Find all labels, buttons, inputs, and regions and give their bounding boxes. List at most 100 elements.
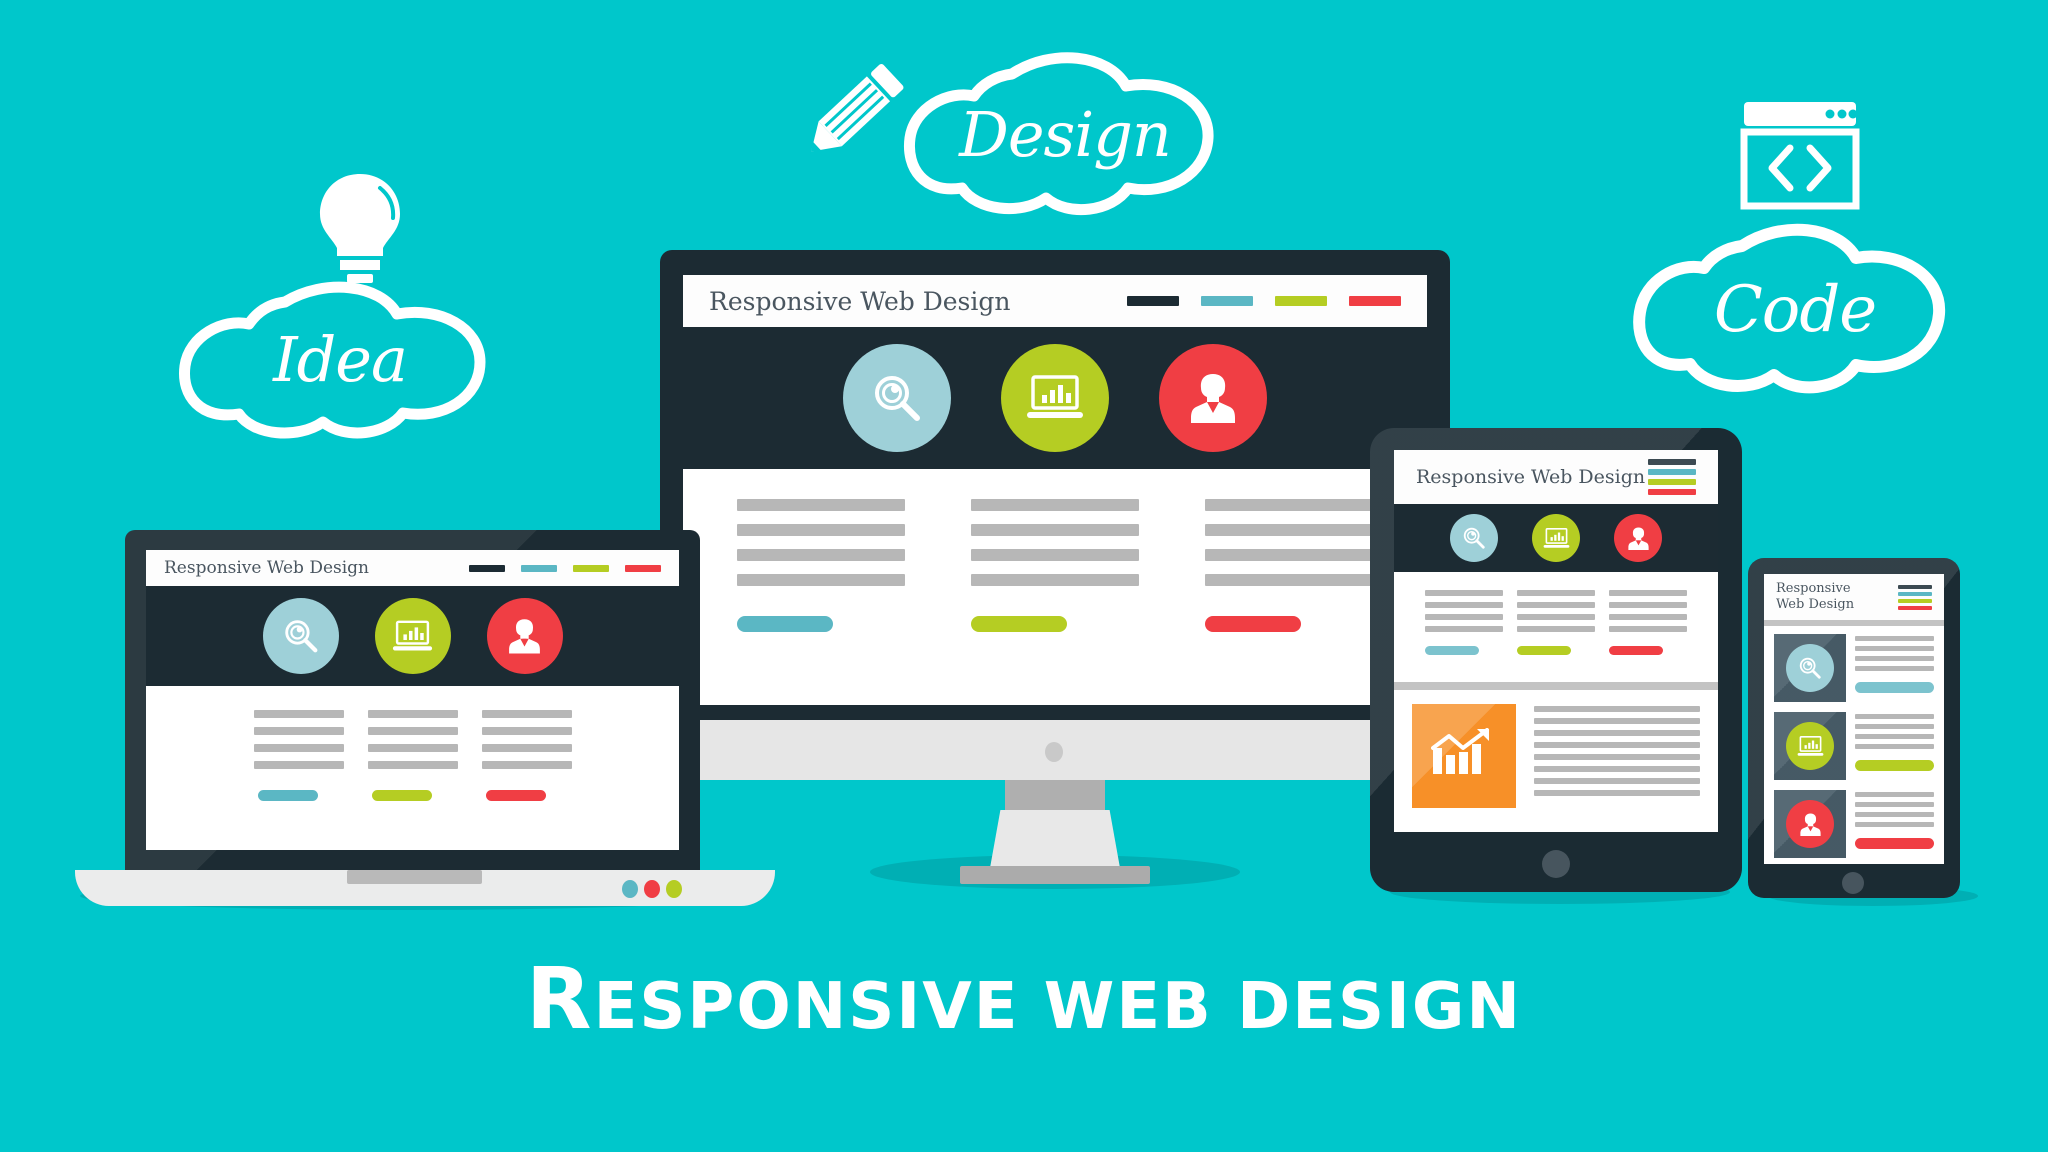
cta-button[interactable] [1855,760,1934,771]
text-line [971,549,1139,561]
lightbulb-icon [320,174,400,283]
site-nav[interactable] [469,564,661,572]
user-icon-button[interactable] [1159,344,1267,452]
text-line [1609,590,1687,596]
tablet-home-button[interactable] [1542,850,1570,878]
text-line [253,710,344,718]
text-line [481,710,572,718]
content-column [367,710,458,801]
site-body-tablet [1394,572,1718,682]
tablet-screen[interactable]: Responsive Web Design [1394,450,1718,832]
article-image[interactable] [1412,704,1516,808]
nav-item-3[interactable] [1898,598,1932,603]
cta-button[interactable] [257,790,318,801]
feature-image[interactable] [1774,712,1846,780]
cta-button[interactable] [971,616,1067,632]
nav-item-2[interactable] [1648,469,1696,475]
nav-item-1[interactable] [469,564,505,572]
user-icon-button[interactable] [1614,514,1662,562]
cta-button[interactable] [371,790,432,801]
content-column [1517,590,1595,655]
text-line [1534,706,1700,712]
section-divider [1764,620,1944,626]
feature-image[interactable] [1774,634,1846,702]
nav-item-4[interactable] [1648,489,1696,495]
phone-screen[interactable]: Responsive Web Design [1764,574,1944,864]
cta-button[interactable] [1425,646,1479,655]
person-icon [509,619,540,654]
laptop: Responsive Web Design [75,530,775,910]
monitor-screen[interactable]: Responsive Web Design [683,275,1427,705]
site-nav[interactable] [1648,459,1696,495]
content-column [253,710,344,801]
text-line [1855,734,1934,739]
laptop-trackpad[interactable] [347,870,482,884]
text-line [253,727,344,735]
page-title-initial: R [526,950,594,1049]
article-section [1394,690,1718,832]
feature-row [1774,712,1934,780]
monitor-logo [1045,742,1063,762]
cta-button[interactable] [485,790,546,801]
laptop-screen[interactable]: Responsive Web Design [146,550,679,850]
tablet: Responsive Web Design [1370,428,1742,892]
search-icon [1463,527,1485,549]
person-icon [1799,812,1821,836]
site-header-phone: Responsive Web Design [1764,574,1944,620]
site-title-line2: Web Design [1776,597,1855,612]
site-hero-tablet [1394,504,1718,572]
site-title: Responsive Web Design [164,558,369,578]
phone-home-button[interactable] [1842,872,1864,894]
feature-text [1855,634,1934,702]
nav-item-4[interactable] [625,564,661,572]
nav-item-1[interactable] [1898,584,1932,589]
user-icon-button[interactable] [1786,800,1834,848]
cta-button[interactable] [1609,646,1663,655]
search-icon-button[interactable] [1786,644,1834,692]
laptop-indicator-dot-1 [622,880,638,898]
text-line [1609,626,1687,632]
text-line [1855,724,1934,729]
nav-item-3[interactable] [573,564,609,572]
text-line [971,574,1139,586]
nav-item-4[interactable] [1898,605,1932,610]
nav-item-4[interactable] [1349,296,1401,306]
idea-cloud-group: Idea [179,170,510,470]
feature-text [1855,790,1934,858]
search-icon-button[interactable] [843,344,951,452]
cta-button[interactable] [1517,646,1571,655]
nav-item-3[interactable] [1275,296,1327,306]
feature-image[interactable] [1774,790,1846,858]
cta-button[interactable] [1855,838,1934,849]
analytics-icon-button[interactable] [1532,514,1580,562]
search-icon-button[interactable] [1450,514,1498,562]
analytics-icon-button[interactable] [1786,722,1834,770]
nav-item-1[interactable] [1127,296,1179,306]
text-line [1855,792,1934,797]
hero-icon-row [1394,504,1718,572]
text-line [367,710,458,718]
text-line [1534,742,1700,748]
site-nav[interactable] [1898,584,1932,610]
text-line [1205,524,1373,536]
site-nav[interactable] [1127,296,1401,306]
design-cloud-group: Design [780,40,1240,230]
text-line [1425,614,1503,620]
nav-item-2[interactable] [1898,591,1932,596]
site-title-line1: Responsive [1776,580,1851,596]
nav-item-2[interactable] [1201,296,1253,306]
user-icon-button[interactable] [486,598,563,674]
nav-item-3[interactable] [1648,479,1696,485]
cta-button[interactable] [1855,682,1934,693]
analytics-icon-button[interactable] [1001,344,1109,452]
cta-button[interactable] [1205,616,1301,632]
text-line [1517,614,1595,620]
content-column [1425,590,1503,655]
analytics-icon-button[interactable] [374,598,451,674]
nav-item-2[interactable] [521,564,557,572]
site-title: Responsive Web Design [709,286,1011,316]
nav-item-1[interactable] [1648,459,1696,465]
search-icon-button[interactable] [262,598,339,674]
text-line [1855,812,1934,817]
text-line [1534,730,1700,736]
